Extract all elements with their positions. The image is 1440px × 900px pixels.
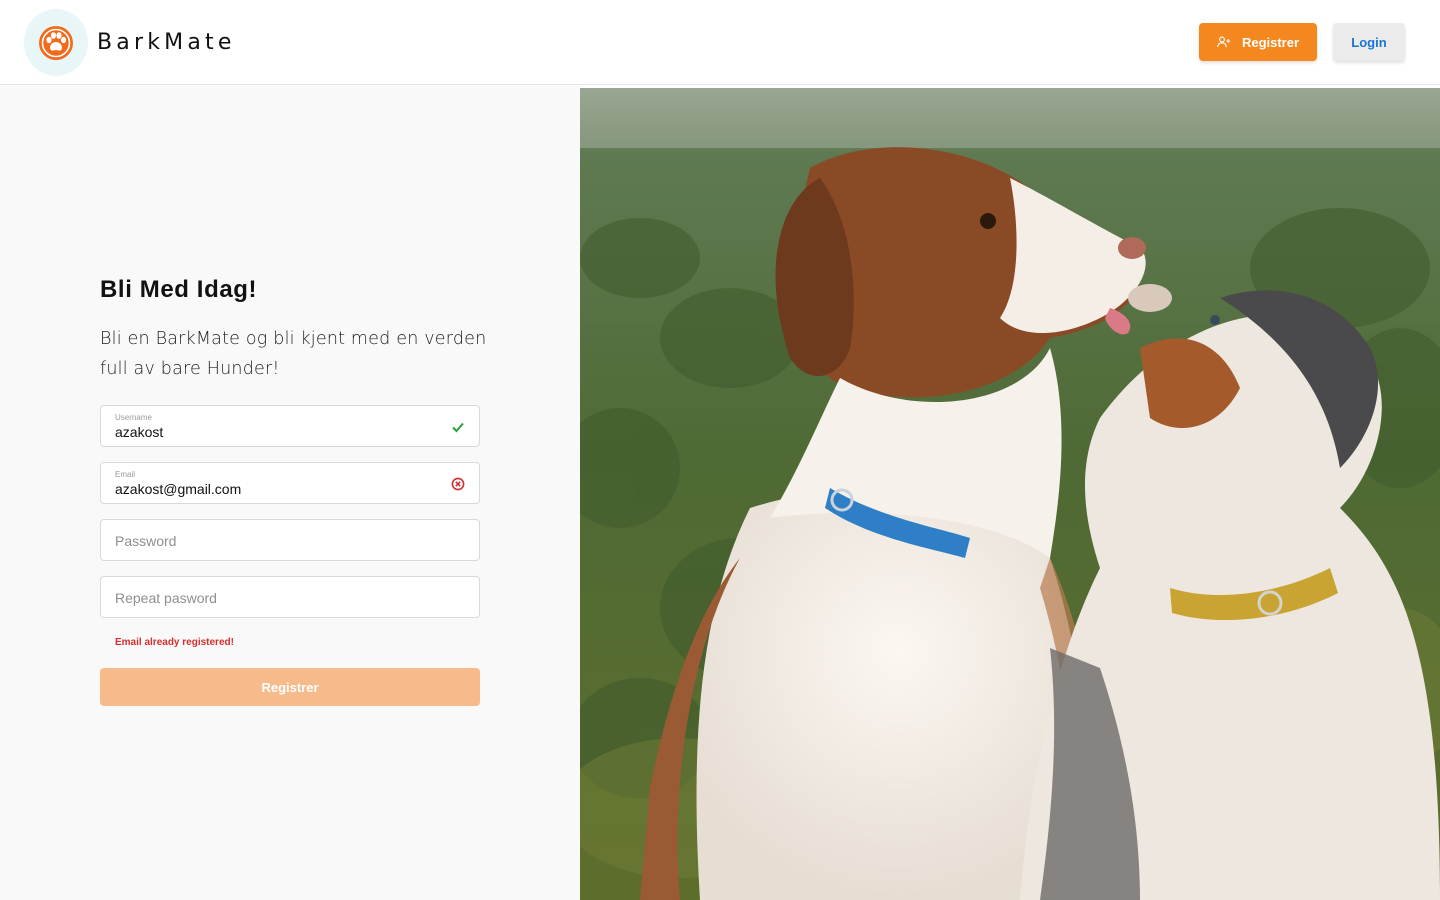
check-icon bbox=[452, 422, 464, 433]
register-nav-label: Registrer bbox=[1241, 34, 1300, 50]
password-field[interactable]: Password bbox=[100, 519, 480, 561]
signup-panel: Bli Med Idag! Bli en BarkMate og bli kje… bbox=[0, 86, 580, 900]
page-title: Bli Med Idag! bbox=[100, 276, 258, 303]
username-value: azakost bbox=[115, 424, 164, 440]
register-submit-button[interactable]: Registrer bbox=[100, 668, 480, 706]
register-nav-button[interactable]: Registrer bbox=[1199, 23, 1317, 61]
brand-name: BarkMate bbox=[97, 30, 236, 55]
repeat-password-field[interactable]: Repeat pasword bbox=[100, 576, 480, 618]
error-circle-icon bbox=[451, 477, 465, 491]
error-message: Email already registered! bbox=[115, 637, 234, 648]
paw-icon bbox=[39, 25, 73, 60]
repeat-password-placeholder: Repeat pasword bbox=[115, 590, 217, 606]
hero-dogs-photo bbox=[580, 88, 1440, 900]
page-subtitle: Bli en BarkMate og bli kjent med en verd… bbox=[100, 329, 487, 379]
top-navbar: BarkMate Registrer Login bbox=[0, 0, 1440, 85]
password-placeholder: Password bbox=[115, 533, 177, 549]
email-label: Email bbox=[115, 470, 136, 479]
email-field[interactable]: Email azakost@gmail.com bbox=[100, 462, 480, 504]
login-nav-button[interactable]: Login bbox=[1333, 23, 1405, 61]
username-field[interactable]: Username azakost bbox=[100, 405, 480, 447]
brand[interactable]: BarkMate bbox=[24, 9, 236, 76]
email-value: azakost@gmail.com bbox=[115, 481, 242, 497]
logo bbox=[24, 9, 88, 76]
person-add-icon bbox=[1217, 36, 1231, 48]
username-label: Username bbox=[115, 413, 152, 422]
